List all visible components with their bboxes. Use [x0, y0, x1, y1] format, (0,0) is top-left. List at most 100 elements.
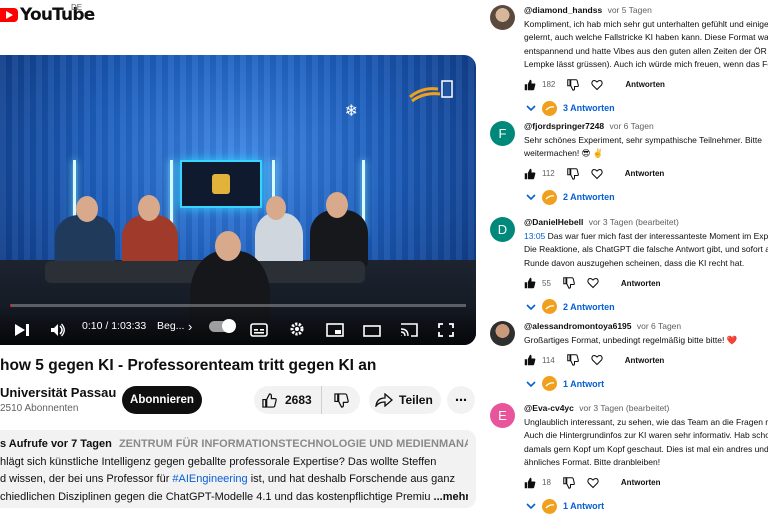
- comment-actions: 18 Antworten: [524, 476, 768, 490]
- comment-like-count: 112: [542, 169, 555, 179]
- show-replies-button[interactable]: 1 Antwort: [526, 498, 768, 514]
- comment-reply-button[interactable]: Antworten: [625, 80, 665, 89]
- comment-author[interactable]: @diamond_handss: [524, 5, 602, 15]
- comment-like-button[interactable]: 182: [524, 79, 555, 91]
- cast-button[interactable]: [400, 323, 418, 337]
- comment-author[interactable]: @Eva-cv4yc: [524, 403, 574, 413]
- more-dots-icon: ⋯: [455, 393, 467, 407]
- comment-time[interactable]: vor 5 Tagen: [608, 5, 652, 15]
- comment-author[interactable]: @fjordspringer7248: [524, 121, 604, 131]
- comment-time[interactable]: vor 3 Tagen (bearbeitet): [589, 217, 679, 227]
- chapter-chevron-icon[interactable]: ›: [188, 319, 192, 334]
- dislike-button[interactable]: [322, 392, 360, 408]
- theater-icon: [363, 325, 381, 337]
- creator-avatar-icon: [542, 100, 557, 116]
- video-player[interactable]: ❄ 0:10 / 1:03:33 Beg... ›: [0, 55, 476, 345]
- miniplayer-button[interactable]: [326, 323, 344, 337]
- comment-like-button[interactable]: 18: [524, 477, 551, 489]
- comment-reply-button[interactable]: Antworten: [625, 169, 665, 178]
- show-replies-button[interactable]: 1 Antwort: [526, 376, 768, 392]
- comment-body: @fjordspringer7248 vor 6 Tagen Sehr schö…: [524, 121, 768, 205]
- commenter-avatar[interactable]: E: [490, 403, 515, 428]
- comment-dislike-button[interactable]: [563, 476, 575, 489]
- cast-icon: [400, 323, 418, 337]
- chevron-down-icon: [526, 381, 536, 388]
- comment-time[interactable]: vor 3 Tagen (bearbeitet): [579, 403, 669, 413]
- subtitles-icon: [250, 323, 268, 337]
- show-replies-button[interactable]: 2 Antworten: [526, 299, 768, 315]
- fullscreen-button[interactable]: [438, 323, 454, 337]
- replies-count: 3 Antworten: [563, 103, 615, 114]
- commenter-avatar[interactable]: D: [490, 217, 515, 242]
- comment-like-button[interactable]: 114: [524, 354, 555, 366]
- commenter-avatar[interactable]: F: [490, 121, 515, 146]
- youtube-play-icon: [0, 8, 18, 22]
- settings-button[interactable]: [289, 321, 305, 337]
- logo-text: YouTube: [20, 5, 95, 25]
- heart-icon: [591, 355, 603, 366]
- comment-header: @fjordspringer7248 vor 6 Tagen: [524, 121, 768, 131]
- comment-text-line: gelernt, auch welche Fallstricke KI habe…: [524, 32, 768, 43]
- chevron-down-icon: [526, 194, 536, 201]
- like-button[interactable]: 2683: [254, 386, 322, 414]
- replies-count: 1 Antwort: [563, 378, 605, 389]
- description-box[interactable]: s Aufrufe vor 7 Tagen ZENTRUM FÜR INFORM…: [0, 430, 476, 508]
- comment-actions: 55 Antworten: [524, 276, 768, 290]
- comment-dislike-button[interactable]: [567, 78, 580, 91]
- comment-actions: 112 Antworten: [524, 167, 768, 181]
- description-tag: ZENTRUM FÜR INFORMATIONSTECHNOLOGIE UND …: [118, 438, 468, 450]
- progress-bar[interactable]: [10, 304, 466, 307]
- show-more-link[interactable]: ...mehr: [430, 491, 468, 503]
- comment-like-button[interactable]: 55: [524, 277, 551, 289]
- comment-dislike-button[interactable]: [566, 354, 579, 367]
- comment-time[interactable]: vor 6 Tagen: [637, 321, 681, 331]
- comment-like-button[interactable]: 112: [524, 168, 555, 180]
- comment-author[interactable]: @DanielHebell: [524, 217, 583, 227]
- heart-icon: [587, 477, 599, 488]
- comment-time[interactable]: vor 6 Tagen: [609, 121, 653, 131]
- comment-reply-button[interactable]: Antworten: [621, 478, 661, 487]
- comment-heart-button[interactable]: [591, 168, 603, 180]
- more-actions-button[interactable]: ⋯: [447, 386, 475, 414]
- thumbs-down-icon: [563, 277, 575, 289]
- comment-text-line: Unglaublich interessant, zu sehen, wie d…: [524, 417, 768, 427]
- comment-actions: 114 Antworten: [524, 353, 768, 367]
- channel-name[interactable]: Universität Passau: [0, 385, 116, 400]
- comment-dislike-button[interactable]: [566, 168, 579, 180]
- country-code: DE: [71, 3, 83, 12]
- comment-heart-button[interactable]: [591, 354, 603, 366]
- comment-text: Großartiges Format, unbedingt regelmäßig…: [524, 334, 768, 347]
- autoplay-toggle[interactable]: [209, 319, 236, 333]
- comment-author[interactable]: @alessandromontoya6195: [524, 321, 632, 331]
- hashtag-link[interactable]: #AIEngineering: [172, 473, 247, 485]
- show-replies-button[interactable]: 3 Antworten: [526, 100, 768, 116]
- comment-heart-button[interactable]: [591, 79, 604, 91]
- comment-actions: 182 Antworten: [524, 78, 768, 92]
- comment-heart-button[interactable]: [587, 477, 599, 489]
- upload-date: vor 7 Tagen: [50, 438, 112, 450]
- commenter-avatar[interactable]: [490, 321, 515, 346]
- show-replies-button[interactable]: 2 Antworten: [526, 189, 768, 205]
- comment-reply-button[interactable]: Antworten: [621, 279, 661, 288]
- description-meta: s Aufrufe vor 7 Tagen ZENTRUM FÜR INFORM…: [0, 436, 468, 454]
- comment-body: @Eva-cv4yc vor 3 Tagen (bearbeitet) Ungl…: [524, 403, 768, 514]
- share-button[interactable]: Teilen: [369, 386, 441, 414]
- comment-reply-button[interactable]: Antworten: [625, 356, 665, 365]
- subscribe-button[interactable]: Abonnieren: [122, 386, 202, 414]
- comment-text-line: Die Reaktione, als ChatGPT die falsche A…: [524, 244, 768, 255]
- chapter-label[interactable]: Beg...: [157, 320, 184, 332]
- comment-text: Sehr schönes Experiment, sehr sympathisc…: [524, 134, 768, 161]
- next-button[interactable]: [14, 323, 30, 337]
- commenter-avatar[interactable]: [490, 5, 515, 30]
- comment-timestamp-link[interactable]: 13:05: [524, 231, 545, 241]
- thumbs-down-icon: [566, 354, 579, 367]
- comment-text-line: Großartiges Format, unbedingt regelmäßig…: [524, 335, 738, 345]
- subtitles-button[interactable]: [250, 323, 268, 337]
- theater-button[interactable]: [363, 325, 381, 337]
- comment-dislike-button[interactable]: [563, 277, 575, 289]
- comment-heart-button[interactable]: [587, 277, 599, 289]
- thumbs-down-icon: [566, 168, 579, 180]
- view-count: s Aufrufe: [0, 438, 48, 450]
- skip-next-icon: [15, 324, 29, 336]
- volume-button[interactable]: [50, 323, 66, 337]
